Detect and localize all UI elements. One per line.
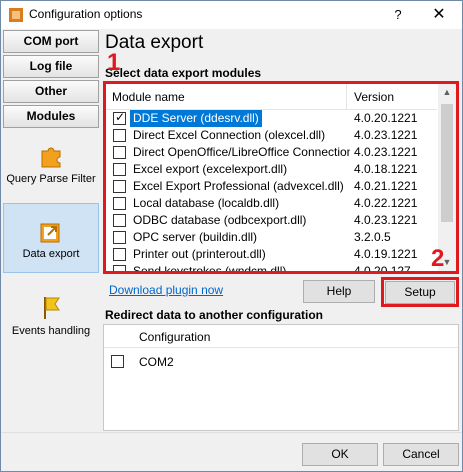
title-bar: Configuration options ? ✕ [1,1,462,29]
left-navigation: COM port Log file Other Modules Query Pa… [1,29,101,431]
row-module-name: Excel export (excelexport.dll) [133,162,288,176]
redirect-label: Redirect data to another configuration [105,308,324,322]
row-module-name: Direct OpenOffice/LibreOffice Connection… [133,145,350,159]
modules-list: Query Parse Filter Data export Events ha… [3,131,99,431]
table-row[interactable]: Local database (localdb.dll) 4.0.22.1221 [106,195,437,212]
table-row[interactable]: DDE Server (ddesrv.dll) 4.0.20.1221 [106,110,437,127]
export-icon [38,218,64,244]
row-checkbox[interactable] [113,180,126,193]
table-row[interactable]: Excel export (excelexport.dll) 4.0.18.12… [106,161,437,178]
help-button[interactable]: Help [303,280,375,303]
column-header-module-name[interactable]: Module name [112,90,185,104]
row-checkbox[interactable] [113,197,126,210]
help-title-button[interactable]: ? [379,3,417,27]
row-version: 4.0.21.1221 [354,179,418,193]
scroll-up-icon[interactable]: ▲ [438,84,456,101]
table-header: Module name Version [106,84,437,110]
module-label: Events handling [11,325,91,337]
row-version: 3.2.0.5 [354,230,391,244]
row-checkbox[interactable] [113,110,126,125]
module-query-parse-filter[interactable]: Query Parse Filter [3,139,99,203]
row-module-name: OPC server (buildin.dll) [133,230,258,244]
row-module-name: Direct Excel Connection (olexcel.dll) [133,128,326,142]
row-checkbox[interactable] [113,163,126,176]
column-header-version[interactable]: Version [354,90,394,104]
row-module-name: Local database (localdb.dll) [133,196,280,210]
row-version: 4.0.19.1221 [354,247,418,261]
nav-other-button[interactable]: Other [3,80,99,103]
module-events-handling[interactable]: Events handling [3,291,99,351]
row-checkbox[interactable] [113,129,126,142]
window-title: Configuration options [29,7,143,21]
row-module-name: DDE Server (ddesrv.dll) [130,110,262,127]
row-checkbox[interactable] [113,265,126,271]
row-module-name: Excel Export Professional (advexcel.dll) [133,179,344,193]
nav-log-file-button[interactable]: Log file [3,55,99,78]
vertical-scrollbar[interactable]: ▲ ▼ [438,84,456,271]
nav-com-port-button[interactable]: COM port [3,30,99,53]
row-version: 4.0.23.1221 [354,213,418,227]
table-row[interactable]: Send keystrokes (wndcm.dll) 4.0.20.127 [106,263,437,274]
nav-modules-button[interactable]: Modules [3,105,99,128]
row-version: 4.0.18.1221 [354,162,418,176]
row-version: 4.0.23.1221 [354,145,418,159]
annotation-marker-1: 1 [107,49,121,76]
table-row[interactable]: Direct Excel Connection (olexcel.dll) 4.… [106,127,437,144]
redirect-config-name: COM2 [139,355,174,369]
download-plugin-link[interactable]: Download plugin now [109,283,223,297]
row-version: 4.0.22.1221 [354,196,418,210]
setup-button[interactable]: Setup [385,281,455,304]
row-version: 4.0.20.1221 [354,111,418,125]
ok-button[interactable]: OK [302,443,378,466]
row-checkbox[interactable] [113,248,126,261]
row-module-name: Printer out (printerout.dll) [133,247,266,261]
puzzle-icon [38,143,64,169]
app-icon [9,8,23,22]
row-module-name: Send keystrokes (wndcm.dll) [133,264,287,274]
flag-icon [38,295,64,321]
table-row[interactable]: ODBC database (odbcexport.dll) 4.0.23.12… [106,212,437,229]
table-row[interactable]: OPC server (buildin.dll) 3.2.0.5 [106,229,437,246]
section-label: Select data export modules [105,66,262,80]
row-checkbox[interactable] [113,231,126,244]
module-label: Query Parse Filter [6,173,96,185]
header-divider [104,347,458,348]
table-row[interactable]: Excel Export Professional (advexcel.dll)… [106,178,437,195]
row-version: 4.0.20.127 [354,264,411,274]
scrollbar-thumb[interactable] [441,104,453,222]
main-content: Data export Select data export modules 1… [103,29,462,431]
annotation-marker-2: 2 [431,245,445,272]
close-button[interactable]: ✕ [417,3,461,27]
dialog-footer: OK Cancel [1,432,462,471]
redirect-table: Configuration COM2 [103,324,459,431]
configuration-dialog: Configuration options ? ✕ COM port Log f… [0,0,463,472]
row-checkbox[interactable] [113,146,126,159]
row-checkbox[interactable] [113,214,126,227]
table-row[interactable]: Direct OpenOffice/LibreOffice Connection… [106,144,437,161]
column-divider [346,84,347,110]
modules-table: Module name Version DDE Server (ddesrv.d… [103,81,459,274]
table-row[interactable]: Printer out (printerout.dll) 4.0.19.1221 [106,246,437,263]
redirect-checkbox[interactable] [111,355,124,368]
row-module-name: ODBC database (odbcexport.dll) [133,213,307,227]
module-data-export[interactable]: Data export [3,203,99,273]
module-label: Data export [22,248,80,260]
row-version: 4.0.23.1221 [354,128,418,142]
column-header-configuration[interactable]: Configuration [139,330,210,344]
cancel-button[interactable]: Cancel [383,443,459,466]
